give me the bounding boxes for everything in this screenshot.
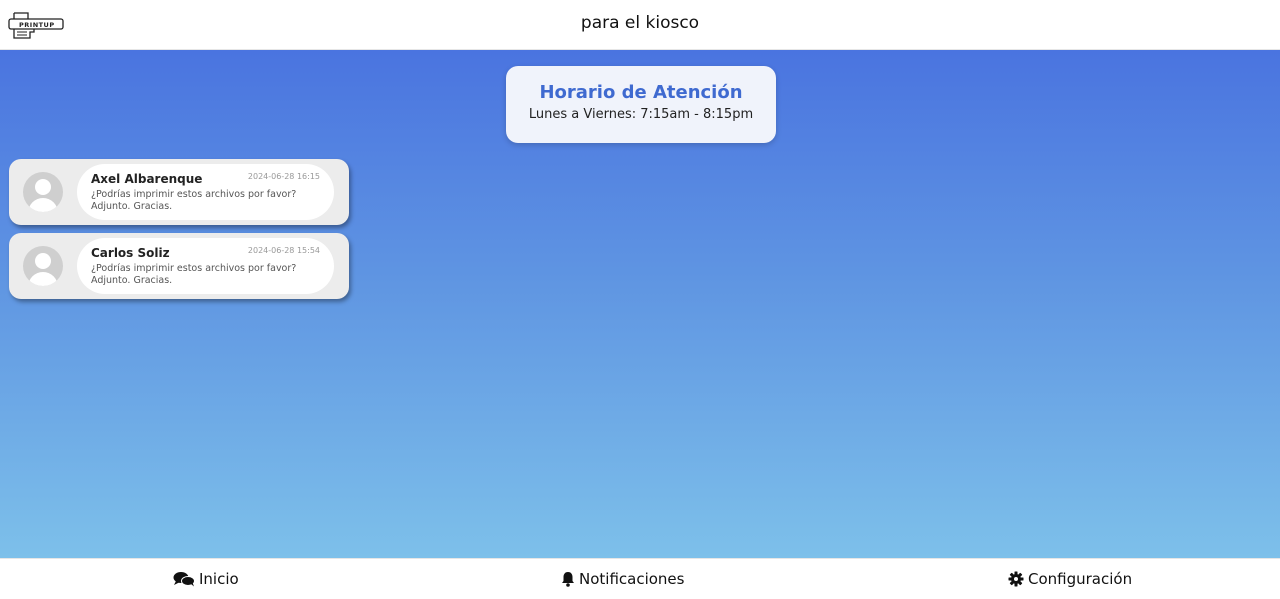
message-bubble[interactable]: Carlos Soliz 2024-06-28 15:54 ¿Podrías i… (77, 238, 334, 294)
comments-icon (173, 572, 195, 587)
nav-inicio[interactable]: Inicio (173, 570, 239, 588)
main-content: Horario de Atención Lunes a Viernes: 7:1… (0, 50, 1280, 558)
hours-schedule: Lunes a Viernes: 7:15am - 8:15pm (528, 107, 754, 122)
hours-card: Horario de Atención Lunes a Viernes: 7:1… (506, 66, 776, 143)
message-bubble[interactable]: Axel Albarenque 2024-06-28 16:15 ¿Podría… (77, 164, 334, 220)
message-text: ¿Podrías imprimir estos archivos por fav… (91, 189, 297, 212)
message-item[interactable]: Axel Albarenque 2024-06-28 16:15 ¿Podría… (9, 159, 349, 225)
bottom-nav: Inicio Notificaciones Configuración (0, 558, 1280, 599)
hours-title: Horario de Atención (539, 82, 743, 103)
bell-icon (562, 572, 574, 587)
message-time: 2024-06-28 16:15 (247, 172, 320, 181)
nav-label: Inicio (199, 570, 239, 588)
nav-label: Configuración (1028, 570, 1133, 588)
nav-configuracion[interactable]: Configuración (1008, 570, 1132, 588)
message-sender: Axel Albarenque (91, 172, 203, 186)
avatar (23, 246, 63, 286)
gear-icon (1008, 571, 1024, 587)
nav-notificaciones[interactable]: Notificaciones (561, 570, 684, 588)
page-title: para el kiosco (580, 13, 700, 33)
top-bar: PRINTUP para el kiosco (0, 0, 1280, 50)
avatar (23, 172, 63, 212)
message-sender: Carlos Soliz (91, 246, 170, 260)
message-text: ¿Podrías imprimir estos archivos por fav… (91, 263, 297, 286)
message-item[interactable]: Carlos Soliz 2024-06-28 15:54 ¿Podrías i… (9, 233, 349, 299)
nav-label: Notificaciones (579, 570, 685, 588)
message-time: 2024-06-28 15:54 (247, 246, 320, 255)
